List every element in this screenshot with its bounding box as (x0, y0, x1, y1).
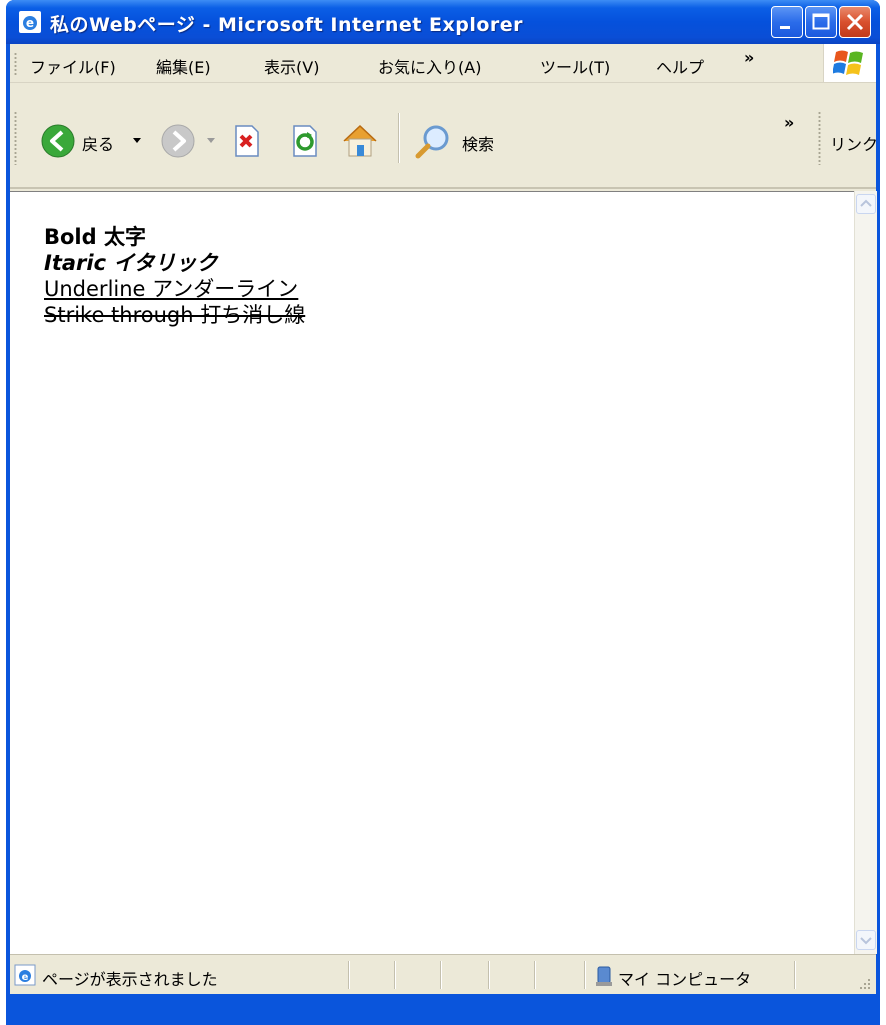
bold-text: Bold 太字 (44, 225, 146, 249)
page-icon: e (14, 964, 36, 986)
maximize-button[interactable] (805, 6, 837, 38)
status-divider (394, 961, 396, 989)
menu-overflow-chevron[interactable]: » (744, 48, 754, 67)
scroll-down-icon (860, 937, 872, 945)
menu-view[interactable]: 表示(V) (264, 54, 319, 78)
status-bar: e ページが表示されました マイ コンピュータ (10, 954, 876, 995)
svg-text:e: e (22, 972, 29, 983)
windows-logo-area (823, 44, 876, 82)
status-divider (584, 961, 586, 989)
ie-window: e 私のWebページ - Microsoft Internet Explorer… (6, 0, 880, 1025)
vertical-scrollbar[interactable] (854, 191, 877, 954)
back-label[interactable]: 戻る (82, 131, 114, 155)
search-icon[interactable] (414, 123, 452, 161)
strikethrough-text: Strike through 打ち消し線 (44, 303, 306, 327)
client-area: ファイル(F) 編集(E) 表示(V) お気に入り(A) ツール(T) ヘルプ … (10, 44, 878, 1025)
status-divider (488, 961, 490, 989)
title-bar[interactable]: e 私のWebページ - Microsoft Internet Explorer (6, 0, 880, 44)
ie-icon: e (19, 11, 41, 33)
menu-edit[interactable]: 編集(E) (156, 54, 211, 78)
toolbar-grip[interactable] (14, 111, 17, 165)
toolbar-separator (398, 113, 400, 163)
stop-icon[interactable] (228, 123, 264, 159)
scroll-up-button[interactable] (856, 194, 876, 214)
menubar-grip[interactable] (14, 52, 17, 76)
scroll-up-icon (860, 199, 872, 207)
italic-text: Itaric イタリック (44, 251, 218, 275)
svg-text:e: e (26, 16, 34, 30)
standard-toolbar: 戻る 検索 » リンク (10, 83, 878, 189)
toolbar-overflow-chevron[interactable]: » (784, 113, 794, 132)
forward-dropdown-icon[interactable] (206, 137, 216, 145)
underline-text: Underline アンダーライン (44, 277, 299, 301)
windows-flag-icon (833, 50, 863, 75)
menu-help[interactable]: ヘルプ (656, 54, 704, 78)
resize-grip-icon[interactable] (856, 977, 872, 993)
window-title: 私のWebページ - Microsoft Internet Explorer (50, 14, 524, 36)
window-bottom-frame (10, 994, 876, 1025)
status-divider (440, 961, 442, 989)
links-label[interactable]: リンク (830, 131, 878, 155)
menu-tools[interactable]: ツール(T) (540, 54, 610, 78)
close-button[interactable] (839, 6, 871, 38)
minimize-button[interactable] (771, 6, 803, 38)
status-message: ページが表示されました (42, 970, 218, 989)
status-divider (534, 961, 536, 989)
search-label[interactable]: 検索 (462, 131, 494, 155)
computer-zone-icon (596, 966, 612, 986)
status-divider (348, 961, 350, 989)
status-divider (794, 961, 796, 989)
forward-arrow-icon[interactable] (160, 123, 196, 159)
menu-favorites[interactable]: お気に入り(A) (378, 54, 481, 78)
scroll-down-button[interactable] (856, 930, 876, 950)
links-grip[interactable] (818, 111, 821, 165)
status-zone: マイ コンピュータ (618, 970, 752, 989)
menu-file[interactable]: ファイル(F) (30, 54, 116, 78)
page-content: Bold 太字 Itaric イタリック Underline アンダーライン S… (10, 191, 854, 955)
menu-bar: ファイル(F) 編集(E) 表示(V) お気に入り(A) ツール(T) ヘルプ … (10, 44, 876, 83)
close-icon (846, 13, 864, 31)
maximize-icon (812, 13, 830, 30)
back-arrow-icon[interactable] (40, 123, 76, 159)
refresh-icon[interactable] (286, 123, 322, 159)
minimize-icon (780, 26, 790, 29)
back-dropdown-icon[interactable] (132, 137, 142, 145)
home-icon[interactable] (340, 121, 380, 161)
